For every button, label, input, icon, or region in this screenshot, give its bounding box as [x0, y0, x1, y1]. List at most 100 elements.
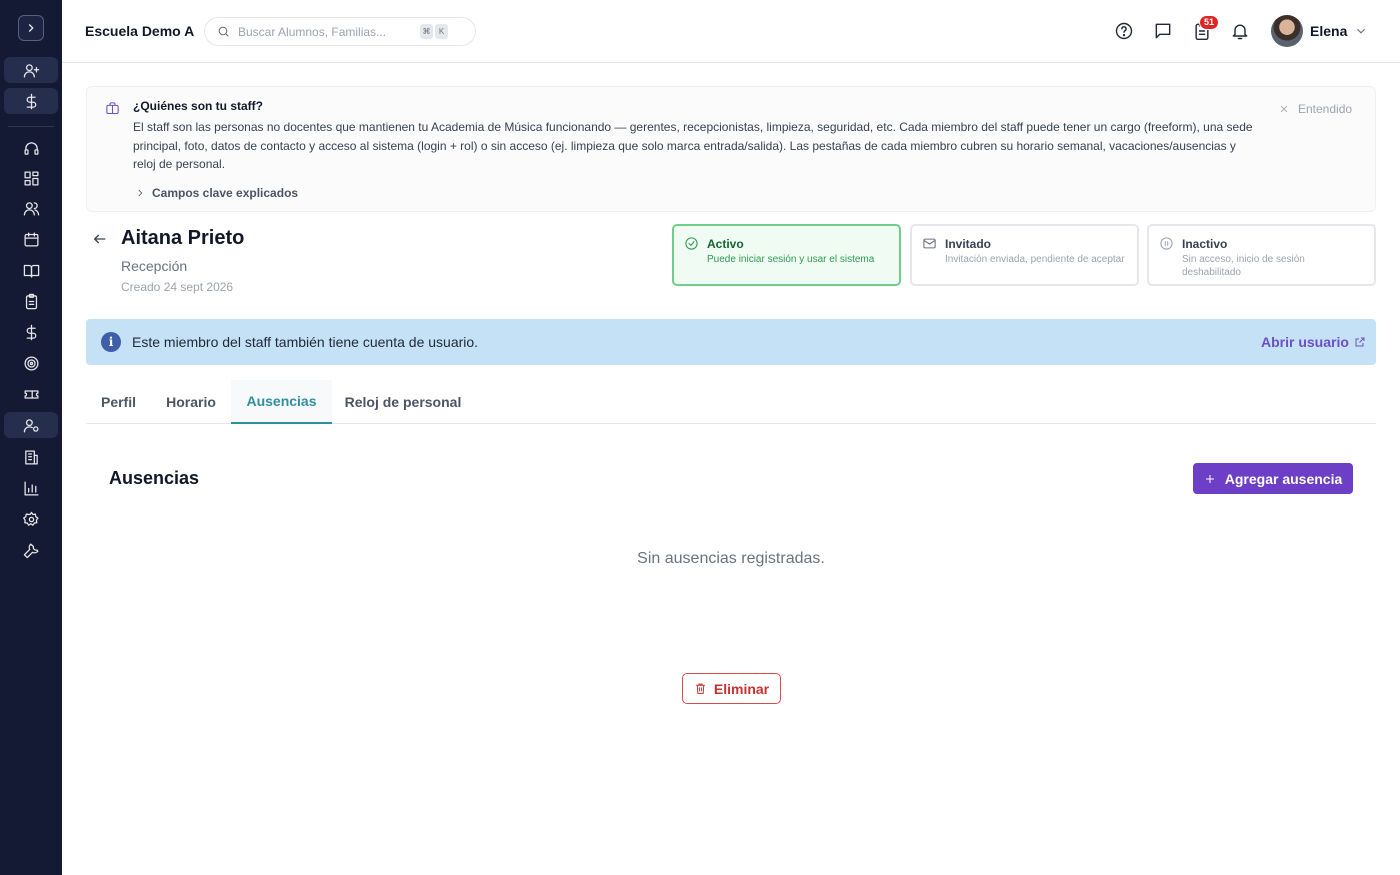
status-option-active[interactable]: Activo Puede iniciar sesión y usar el si… — [672, 224, 901, 286]
sidebar — [0, 0, 62, 875]
top-bar: Escuela Demo A ⌘ K 51 Elena — [62, 0, 1400, 63]
sidebar-item-events[interactable] — [4, 381, 58, 407]
users-icon — [23, 201, 39, 216]
sidebar-item-payment[interactable] — [4, 88, 58, 114]
sidebar-item-staff[interactable] — [4, 412, 58, 438]
open-user-label: Abrir usuario — [1261, 334, 1349, 350]
chevron-right-icon — [138, 189, 143, 197]
tab-staff-clock[interactable]: Reloj de personal — [333, 380, 473, 424]
empty-state-text: Sin ausencias registradas. — [637, 550, 825, 567]
sidebar-item-support[interactable] — [4, 135, 58, 161]
headset-icon — [23, 141, 39, 155]
sidebar-item-billing[interactable] — [4, 319, 58, 345]
building-icon — [24, 449, 38, 465]
notifications-button[interactable] — [1230, 21, 1250, 41]
add-absence-button[interactable]: Agregar ausencia — [1193, 463, 1353, 494]
help-button[interactable] — [1114, 21, 1134, 41]
book-icon — [23, 264, 39, 278]
messages-button[interactable] — [1153, 21, 1173, 41]
bell-icon — [1232, 24, 1248, 40]
chevron-right-icon — [28, 24, 34, 32]
grid-icon — [23, 170, 39, 186]
tab-schedule[interactable]: Horario — [152, 380, 230, 424]
briefcase-icon — [105, 101, 121, 117]
plus-icon — [1205, 474, 1214, 483]
sidebar-item-locations[interactable] — [4, 444, 58, 470]
dismiss-button[interactable]: Entendido — [1279, 102, 1352, 116]
absences-title: Ausencias — [109, 468, 200, 488]
sidebar-divider — [8, 126, 54, 127]
sidebar-item-settings[interactable] — [4, 506, 58, 532]
ticket-icon — [23, 389, 39, 399]
wrench-icon — [23, 542, 39, 558]
staff-tabs: Perfil Horario Ausencias Reloj de person… — [86, 380, 1376, 424]
sidebar-toggle-button[interactable] — [18, 15, 44, 41]
bar-chart-icon — [23, 480, 39, 496]
school-name[interactable]: Escuela Demo A — [85, 23, 194, 39]
sidebar-item-reports[interactable] — [4, 475, 58, 501]
sidebar-item-courses[interactable] — [4, 257, 58, 283]
dollar-icon — [26, 93, 36, 109]
page-title: Aitana Prieto — [121, 227, 245, 249]
status-title: Activo — [707, 237, 744, 251]
dismiss-label: Entendido — [1298, 102, 1353, 116]
status-title: Inactivo — [1182, 237, 1228, 251]
sidebar-item-people[interactable] — [4, 195, 58, 221]
sidebar-item-goals[interactable] — [4, 350, 58, 376]
pause-circle-icon — [1159, 236, 1175, 252]
calendar-icon — [23, 231, 39, 247]
info-icon: i — [101, 332, 121, 352]
gear-icon — [22, 511, 39, 526]
staff-info-card: ¿Quiénes son tu staff? El staff son las … — [86, 86, 1376, 212]
status-description: Sin acceso, inicio de sesión deshabilita… — [1182, 254, 1305, 278]
trash-icon — [696, 683, 705, 694]
staff-role: Recepción — [121, 258, 188, 274]
tab-absences[interactable]: Ausencias — [231, 380, 332, 424]
info-title: ¿Quiénes son tu staff? — [133, 99, 264, 113]
key-fields-label: Campos clave explicados — [152, 186, 299, 200]
shortcut-key-k: K — [435, 24, 448, 39]
status-description: Invitación enviada, pendiente de aceptar — [945, 254, 1125, 265]
open-user-link[interactable]: Abrir usuario — [1261, 334, 1366, 350]
search-input[interactable] — [238, 24, 418, 39]
user-account-banner: i Este miembro del staff también tiene c… — [86, 319, 1376, 365]
sidebar-item-dashboard[interactable] — [4, 165, 58, 191]
avatar[interactable] — [1271, 15, 1303, 47]
key-fields-toggle[interactable]: Campos clave explicados — [135, 186, 298, 200]
chevron-down-icon — [1357, 28, 1365, 34]
tab-profile[interactable]: Perfil — [86, 380, 151, 424]
clipboard-icon — [25, 293, 37, 309]
status-title: Invitado — [945, 237, 992, 251]
mail-icon — [922, 236, 938, 252]
arrow-left-icon — [93, 234, 106, 244]
notification-badge: 51 — [1199, 15, 1220, 30]
target-icon — [23, 355, 39, 371]
user-menu-button[interactable] — [1354, 24, 1368, 38]
user-cog-icon — [23, 418, 39, 433]
add-absence-label: Agregar ausencia — [1224, 470, 1343, 487]
external-link-icon — [1355, 337, 1365, 347]
info-body: El staff son las personas no docentes qu… — [133, 120, 1253, 171]
search-box[interactable]: ⌘ K — [204, 17, 476, 46]
sidebar-item-attendance[interactable] — [4, 288, 58, 314]
status-option-inactive[interactable]: Inactivo Sin acceso, inicio de sesión de… — [1147, 224, 1376, 286]
delete-staff-button[interactable]: Eliminar — [682, 673, 781, 704]
dollar-icon — [26, 324, 36, 340]
user-name[interactable]: Elena — [1310, 23, 1347, 39]
sidebar-item-calendar[interactable] — [4, 226, 58, 252]
help-icon — [1115, 22, 1133, 40]
delete-label: Eliminar — [713, 680, 770, 697]
user-plus-icon — [23, 63, 39, 78]
back-button[interactable] — [92, 231, 110, 249]
status-description: Puede iniciar sesión y usar el sistema — [707, 254, 875, 265]
sidebar-item-new-student[interactable] — [4, 57, 58, 83]
sidebar-item-tools[interactable] — [4, 537, 58, 563]
message-icon — [1155, 23, 1171, 39]
search-icon — [218, 26, 229, 37]
close-icon — [1280, 105, 1288, 113]
check-circle-icon — [684, 236, 700, 252]
status-option-invited[interactable]: Invitado Invitación enviada, pendiente d… — [910, 224, 1139, 286]
staff-created-date: Creado 24 sept 2026 — [121, 280, 234, 294]
shortcut-key-cmd: ⌘ — [420, 24, 433, 39]
banner-text: Este miembro del staff también tiene cue… — [132, 334, 479, 350]
